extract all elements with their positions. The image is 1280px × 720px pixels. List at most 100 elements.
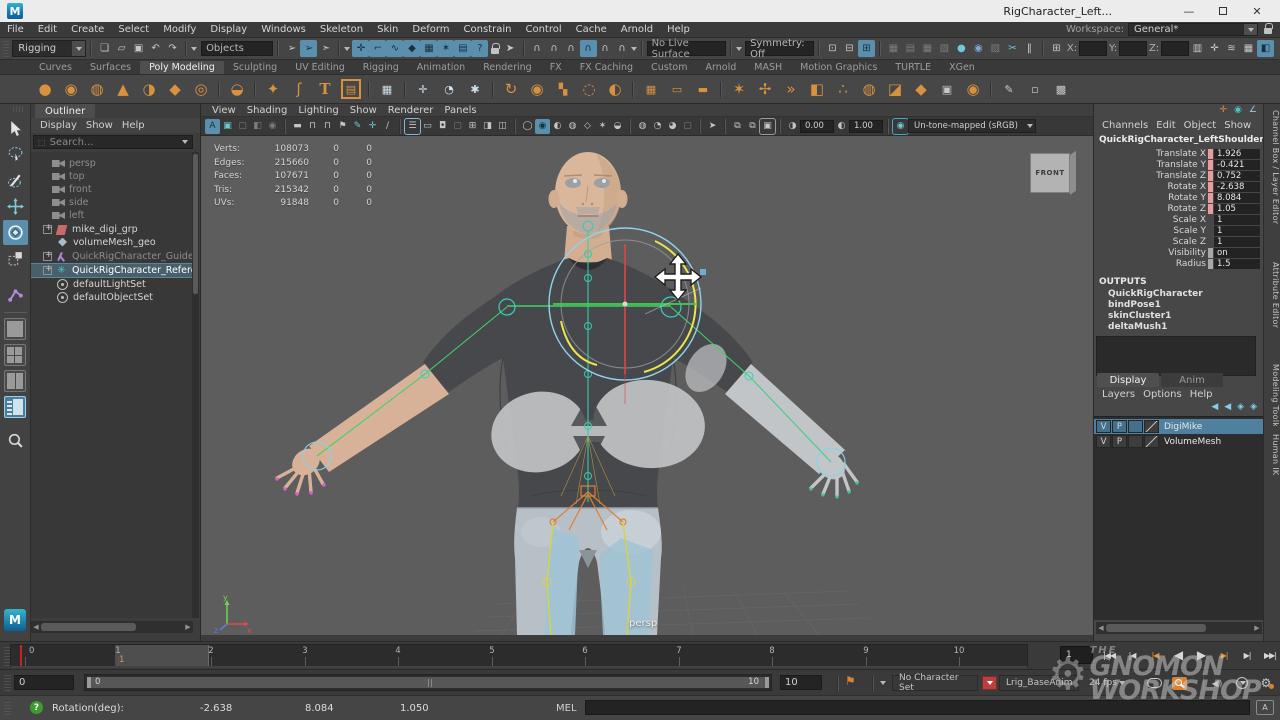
go-to-start-button[interactable] — [1098, 645, 1120, 665]
edge-flow-icon[interactable]: ◆ — [908, 77, 934, 102]
range-slider[interactable]: 0 10 — [84, 674, 772, 691]
attribute-value-field[interactable]: -0.421 — [1214, 160, 1260, 170]
attribute-row[interactable]: Rotate Z1.05 — [1094, 203, 1263, 214]
lock-selection-icon[interactable] — [491, 48, 498, 54]
xray-icon[interactable] — [565, 119, 580, 134]
undo-icon[interactable] — [147, 40, 164, 57]
outliner-tab[interactable]: Outliner — [35, 104, 95, 118]
move-tool[interactable] — [3, 194, 28, 219]
move-layer-up-icon[interactable]: ◀ — [1211, 402, 1218, 412]
construction-plane-icon[interactable]: ✛ — [410, 77, 436, 102]
playback-loop-icon[interactable] — [1147, 678, 1162, 688]
isolate-select-icon[interactable] — [650, 119, 665, 134]
shelf-tab-rendering[interactable]: Rendering — [474, 61, 541, 74]
shelf-tab-rigging[interactable]: Rigging — [354, 61, 408, 74]
shaded-icon[interactable] — [420, 119, 435, 134]
sidebar-tooloptions-icon[interactable] — [1206, 40, 1223, 57]
camera-attributes-icon[interactable] — [205, 119, 220, 134]
channel-menu-object[interactable]: Object — [1184, 120, 1217, 131]
attribute-value-field[interactable]: 8.084 — [1214, 193, 1260, 203]
lock-camera-icon[interactable] — [305, 119, 320, 134]
attribute-value-field[interactable]: 1.5 — [1214, 259, 1260, 269]
range-end-handle[interactable] — [765, 677, 769, 688]
step-back-key-button[interactable] — [1144, 645, 1166, 665]
uv-box-icon[interactable]: ▫ — [1022, 77, 1048, 102]
extrude-icon[interactable]: ✶ — [726, 77, 752, 102]
scrollbar-thumb[interactable] — [1106, 624, 1206, 632]
selected-node-name[interactable]: QuickRigCharacter_LeftShoulder — [1099, 135, 1264, 145]
toolbox-grip[interactable] — [13, 106, 25, 112]
outliner-vertical-scrollbar[interactable] — [192, 152, 199, 618]
menu-skin[interactable]: Skin — [370, 24, 405, 35]
platonic-solid-icon[interactable]: ◒ — [224, 77, 250, 102]
layer-playback-toggle[interactable]: P — [1112, 420, 1127, 433]
layout-outliner-persp-button[interactable] — [4, 396, 26, 418]
attribute-row[interactable]: Translate Z0.752 — [1094, 170, 1263, 181]
snap-projected-center-icon[interactable] — [580, 40, 597, 57]
scroll-right-icon[interactable]: ▶ — [1252, 624, 1262, 632]
mute-audio-icon[interactable] — [1208, 675, 1225, 692]
symmetry-field[interactable]: Symmetry: Off — [745, 41, 814, 56]
step-forward-frame-button[interactable] — [1236, 645, 1258, 665]
channel-menu-edit[interactable]: Edit — [1156, 120, 1175, 131]
set-timecode-icon[interactable]: ◔ — [436, 77, 462, 102]
helix-icon[interactable]: ʃ — [286, 77, 312, 102]
crease-tool-icon[interactable]: ✎ — [996, 77, 1022, 102]
shelf-tab-animation[interactable]: Animation — [408, 61, 474, 74]
minimize-button[interactable]: — — [1172, 0, 1206, 22]
construction-history-icon[interactable] — [858, 40, 875, 57]
mask-curves-icon[interactable] — [386, 40, 403, 57]
shadows-icon[interactable] — [635, 119, 650, 134]
mask-joints-icon[interactable] — [369, 40, 386, 57]
grid-toggle-icon[interactable] — [365, 119, 380, 134]
tab-modeling-toolkit[interactable]: Modeling Toolkit — [1265, 364, 1280, 426]
workspace-lock-icon[interactable] — [1264, 28, 1272, 34]
step-back-frame-button[interactable] — [1121, 645, 1143, 665]
snap-view-plane-icon[interactable] — [597, 40, 614, 57]
shelf-tab-arnold[interactable]: Arnold — [697, 61, 746, 74]
sidebar-modeling-icon[interactable] — [1240, 40, 1257, 57]
attribute-value-field[interactable]: 0.752 — [1214, 171, 1260, 181]
shelf-tab-turtle[interactable]: TURTLE — [886, 61, 940, 74]
attribute-row[interactable]: Visibilityon — [1094, 247, 1263, 258]
wireframe-on-shaded-icon[interactable] — [550, 119, 565, 134]
viewport-menu-panels[interactable]: Panels — [444, 105, 476, 116]
shelf-tab-xgen[interactable]: XGen — [940, 61, 984, 74]
expand-toggle-icon[interactable] — [43, 266, 52, 275]
menu-edit[interactable]: Edit — [31, 24, 64, 35]
append-icon[interactable]: ∴ — [830, 77, 856, 102]
menu-display[interactable]: Display — [203, 24, 254, 35]
mask-rendering-icon[interactable] — [454, 40, 471, 57]
2d-pan-zoom-icon[interactable] — [250, 119, 265, 134]
camera-gate-icon[interactable] — [320, 119, 335, 134]
select-component-icon[interactable] — [317, 40, 334, 57]
scrollbar-thumb[interactable] — [41, 623, 136, 631]
maya-badge-icon[interactable]: M — [4, 609, 26, 631]
workspace-dropdown[interactable]: General* — [1128, 23, 1258, 36]
layer-menu-layers[interactable]: Layers — [1102, 389, 1135, 400]
scroll-left-icon[interactable]: ◀ — [1096, 624, 1106, 632]
rotate-tool[interactable] — [3, 220, 28, 245]
isolate-view-icon[interactable] — [730, 119, 745, 134]
attribute-value-field[interactable]: 1.926 — [1214, 149, 1260, 159]
animation-preferences-icon[interactable] — [1258, 675, 1274, 691]
outliner-item-volumemesh-geo[interactable]: volumeMesh_geo — [31, 236, 193, 249]
snap-point-icon[interactable] — [563, 40, 580, 57]
poly-plane-icon[interactable]: ◆ — [162, 77, 188, 102]
outliner-horizontal-scrollbar[interactable]: ◀ ▶ — [31, 621, 193, 633]
lattice-icon[interactable]: ▣ — [934, 77, 960, 102]
poly-torus-icon[interactable]: ◑ — [136, 77, 162, 102]
input-operations-icon[interactable] — [824, 40, 841, 57]
mask-deformations-icon[interactable] — [420, 40, 437, 57]
bridge-icon[interactable]: » — [778, 77, 804, 102]
highlight-selection-icon[interactable] — [502, 40, 519, 57]
layer-horizontal-scrollbar[interactable]: ◀ ▶ — [1096, 622, 1262, 634]
joint-tool[interactable] — [3, 282, 28, 307]
current-frame-field[interactable]: 1 — [1060, 646, 1093, 664]
film-gate-icon[interactable] — [335, 119, 350, 134]
motion-blur-icon[interactable] — [495, 119, 510, 134]
outliner-menu-help[interactable]: Help — [122, 120, 145, 131]
outliner-menu-display[interactable]: Display — [40, 120, 77, 131]
layer-visibility-toggle[interactable]: V — [1096, 420, 1111, 433]
snap-grid-icon[interactable] — [529, 40, 546, 57]
